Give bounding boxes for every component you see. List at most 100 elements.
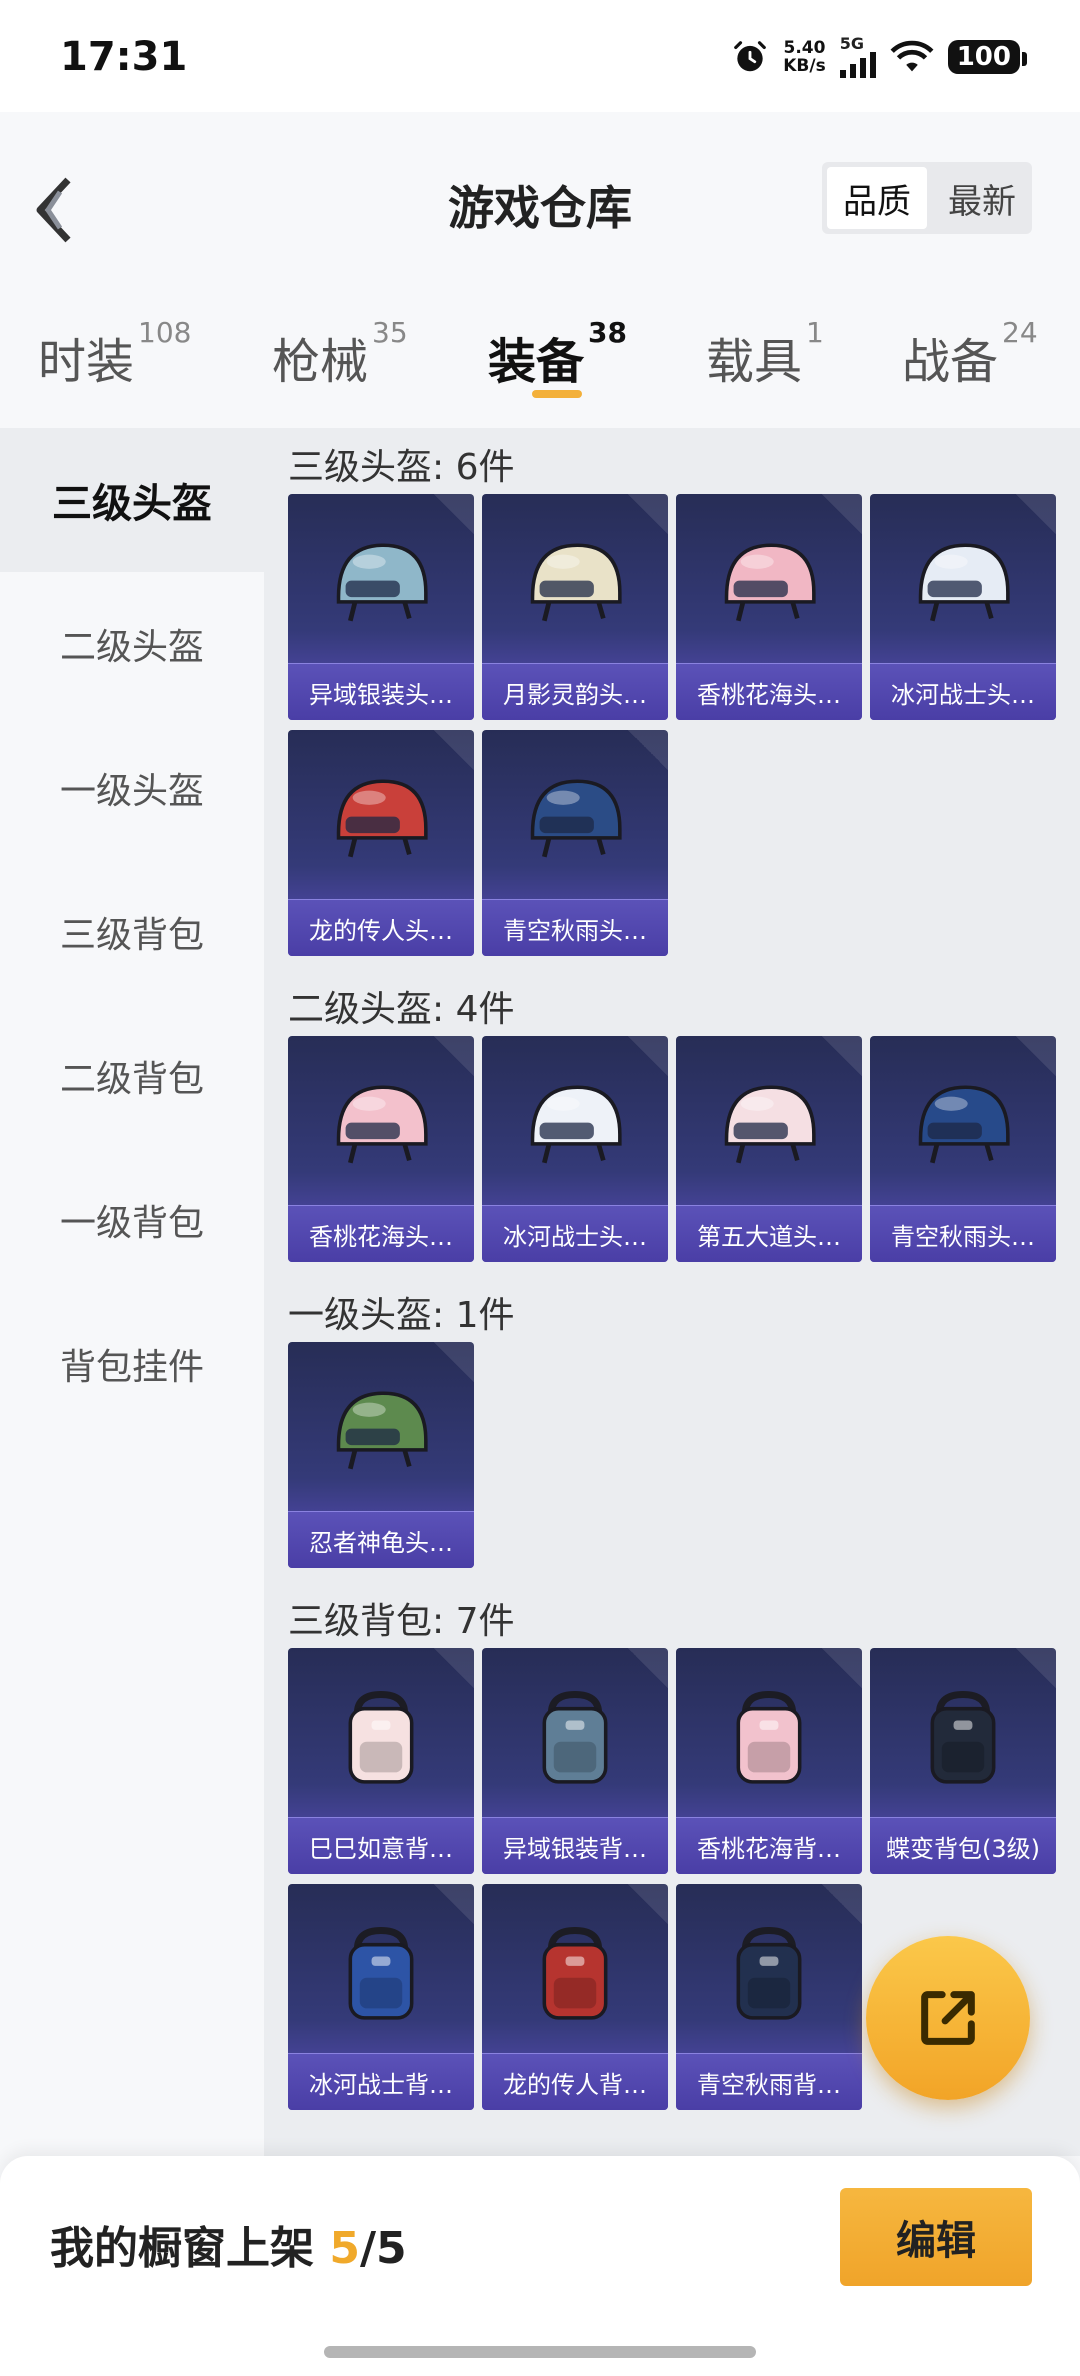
item-card[interactable]: 香桃花海背… (676, 1648, 862, 1874)
item-card[interactable]: 青空秋雨头… (482, 730, 668, 956)
helmet-icon (336, 543, 428, 622)
sort-latest-button[interactable]: 最新 (932, 162, 1032, 234)
battery-indicator: 100 (947, 40, 1028, 74)
status-icons: 5.40 KB/s 5G 100 (731, 34, 1028, 78)
sidebar-item-level2-backpack[interactable]: 二级背包 (0, 1004, 264, 1148)
category-sidebar: 三级头盔 二级头盔 一级头盔 三级背包 二级背包 一级背包 背包挂件 (0, 428, 264, 2156)
tab-label: 枪械 (272, 334, 369, 390)
cellular-signal: 5G (839, 34, 876, 78)
item-name: 青空秋雨背… (676, 2053, 862, 2110)
home-indicator (324, 2346, 756, 2358)
sidebar-item-level1-helmet[interactable]: 一级头盔 (0, 716, 264, 860)
tab-count: 108 (138, 316, 192, 349)
sort-quality-button[interactable]: 品质 (827, 167, 927, 229)
sort-toggle[interactable]: 品质 最新 (822, 162, 1032, 234)
item-card[interactable]: 月影灵韵头… (482, 494, 668, 720)
item-card[interactable]: 香桃花海头… (288, 1036, 474, 1262)
item-name: 香桃花海头… (288, 1205, 474, 1262)
backpack-icon (736, 1690, 802, 1784)
sidebar-item-level2-helmet[interactable]: 二级头盔 (0, 572, 264, 716)
item-name: 忍者神龟头… (288, 1511, 474, 1568)
item-card[interactable]: 龙的传人背… (482, 1884, 668, 2110)
item-name: 龙的传人头… (288, 899, 474, 956)
tab-count: 38 (588, 316, 627, 349)
item-name: 冰河战士头… (870, 663, 1056, 720)
tab-equipment[interactable]: 装备38 (488, 316, 627, 392)
item-card[interactable]: 冰河战士头… (870, 494, 1056, 720)
net-speed-unit: KB/s (783, 56, 826, 76)
item-card[interactable]: 异域银装头… (288, 494, 474, 720)
active-tab-indicator (532, 390, 582, 398)
net-speed: 5.40 KB/s (783, 39, 825, 75)
bottom-bar: 我的橱窗上架 5/5 编辑 (0, 2156, 1080, 2376)
item-name: 香桃花海背… (676, 1817, 862, 1874)
share-icon (921, 1991, 975, 2045)
backpack-icon (736, 1926, 802, 2020)
item-grid: 三级头盔: 6件 异域银装头… 月影灵韵头… 香桃花海头… 冰河战士头… 龙的传人头… 青空… (264, 428, 1080, 2156)
tab-count: 1 (806, 316, 824, 349)
item-card[interactable]: 第五大道头… (676, 1036, 862, 1262)
backpack-icon (542, 1690, 608, 1784)
helmet-icon (336, 779, 428, 858)
helmet-icon (918, 1085, 1010, 1164)
showcase-count-current: 5 (329, 2223, 360, 2274)
helmet-icon (336, 1085, 428, 1164)
backpack-icon (930, 1690, 996, 1784)
backpack-icon (542, 1926, 608, 2020)
item-name: 巳巳如意背… (288, 1817, 474, 1874)
tab-supplies[interactable]: 战备24 (902, 316, 1038, 392)
item-card[interactable]: 异域银装背… (482, 1648, 668, 1874)
sidebar-item-backpack-charm[interactable]: 背包挂件 (0, 1292, 264, 1436)
item-card[interactable]: 龙的传人头… (288, 730, 474, 956)
item-name: 异域银装头… (288, 663, 474, 720)
item-name: 香桃花海头… (676, 663, 862, 720)
helmet-icon (918, 543, 1010, 622)
status-time: 17:31 (60, 34, 188, 80)
share-button[interactable] (866, 1936, 1030, 2100)
showcase-count-separator: / (359, 2223, 377, 2274)
item-name: 青空秋雨头… (482, 899, 668, 956)
item-name: 蝶变背包(3级) (870, 1817, 1056, 1874)
showcase-count-total: 5 (376, 2223, 407, 2274)
sidebar-item-level3-backpack[interactable]: 三级背包 (0, 860, 264, 1004)
tab-label: 载具 (706, 334, 803, 390)
section-title: 三级背包: 7件 (288, 1601, 515, 1642)
sidebar-item-level1-backpack[interactable]: 一级背包 (0, 1148, 264, 1292)
backpack-icon (348, 1926, 414, 2020)
helmet-icon (724, 1085, 816, 1164)
tab-weapons[interactable]: 枪械35 (272, 316, 408, 392)
signal-bars-icon (839, 52, 876, 78)
item-card[interactable]: 冰河战士背… (288, 1884, 474, 2110)
item-card[interactable]: 青空秋雨头… (870, 1036, 1056, 1262)
tab-label: 装备 (488, 334, 585, 390)
item-name: 第五大道头… (676, 1205, 862, 1262)
item-name: 冰河战士头… (482, 1205, 668, 1262)
item-name: 异域银装背… (482, 1817, 668, 1874)
section-title: 一级头盔: 1件 (288, 1295, 515, 1336)
tab-label: 时装 (38, 334, 135, 390)
network-type: 5G (839, 34, 864, 53)
item-name: 月影灵韵头… (482, 663, 668, 720)
helmet-icon (530, 1085, 622, 1164)
edit-button[interactable]: 编辑 (840, 2188, 1032, 2286)
tab-vehicles[interactable]: 载具1 (706, 316, 824, 392)
showcase-label: 我的橱窗上架 (50, 2223, 314, 2274)
helmet-icon (530, 779, 622, 858)
item-card[interactable]: 香桃花海头… (676, 494, 862, 720)
tab-label: 战备 (902, 334, 999, 390)
item-card[interactable]: 忍者神龟头… (288, 1342, 474, 1568)
item-card[interactable]: 巳巳如意背… (288, 1648, 474, 1874)
showcase-status: 我的橱窗上架 5/5 (50, 2212, 407, 2276)
tab-count: 24 (1002, 316, 1038, 349)
helmet-icon (530, 543, 622, 622)
item-card[interactable]: 青空秋雨背… (676, 1884, 862, 2110)
item-name: 冰河战士背… (288, 2053, 474, 2110)
item-card[interactable]: 蝶变背包(3级) (870, 1648, 1056, 1874)
item-name: 青空秋雨头… (870, 1205, 1056, 1262)
net-speed-value: 5.40 (783, 38, 826, 58)
section-title: 二级头盔: 4件 (288, 989, 515, 1030)
page-header: 游戏仓库 品质 最新 时装108 枪械35 装备38 载具1 战备24 (0, 112, 1080, 424)
sidebar-item-level3-helmet[interactable]: 三级头盔 (0, 428, 264, 572)
item-card[interactable]: 冰河战士头… (482, 1036, 668, 1262)
tab-fashion[interactable]: 时装108 (38, 316, 191, 392)
